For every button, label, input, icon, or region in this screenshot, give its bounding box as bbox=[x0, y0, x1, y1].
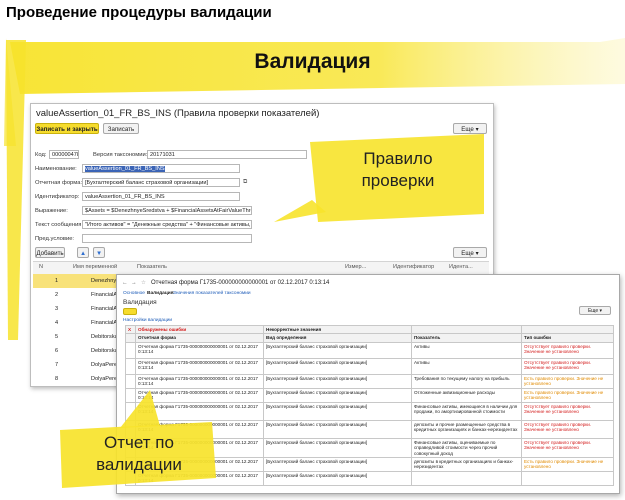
callout-report-shape bbox=[60, 390, 216, 488]
callout-report-line2: валидации bbox=[96, 455, 182, 474]
callout-report-line1: Отчет по bbox=[104, 433, 174, 452]
callout-report-text: Отчет по валидации bbox=[66, 432, 212, 476]
